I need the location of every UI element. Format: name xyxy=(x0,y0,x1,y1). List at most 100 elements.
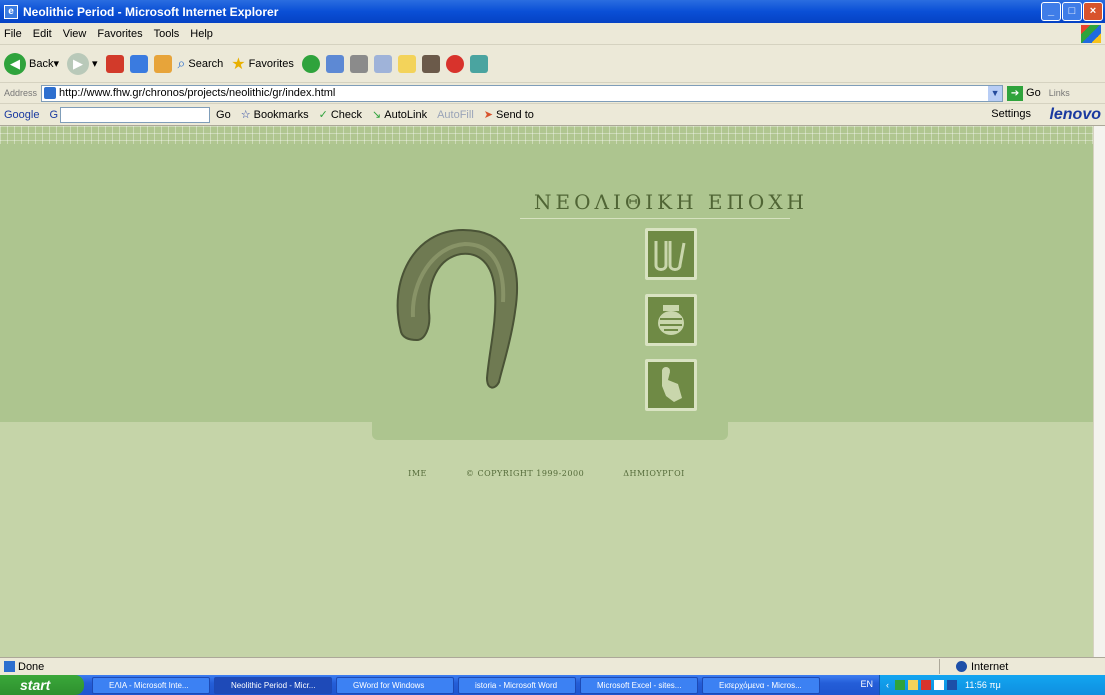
start-button[interactable]: start xyxy=(0,675,84,695)
status-bar: Done Internet xyxy=(0,657,1105,675)
address-url: http://www.fhw.gr/chronos/projects/neoli… xyxy=(59,87,336,99)
users-icon[interactable] xyxy=(469,54,488,73)
tray-icon-5[interactable] xyxy=(947,680,957,690)
links-label[interactable]: Links xyxy=(1049,88,1070,98)
task-button-excel[interactable]: Microsoft Excel - sites... xyxy=(580,676,698,694)
google-search-input[interactable] xyxy=(60,106,211,123)
refresh-icon[interactable] xyxy=(129,54,148,73)
sendto-label: Send to xyxy=(495,108,534,121)
address-input[interactable]: http://www.fhw.gr/chronos/projects/neoli… xyxy=(41,84,1004,102)
go-button[interactable]: ➔ Go xyxy=(1007,85,1041,101)
window-title: Neolithic Period - Microsoft Internet Ex… xyxy=(23,4,279,19)
tray-expand-icon[interactable]: ‹ xyxy=(886,680,889,690)
research-icon[interactable] xyxy=(421,54,440,73)
page-content: ΝΕΟΛΙΘΙΚΗ ΕΠΟΧΗ ΙΜΕ © COPYRIGHT 1999-200… xyxy=(0,126,1093,657)
menu-edit[interactable]: Edit xyxy=(33,28,52,40)
print-icon[interactable] xyxy=(349,54,368,73)
spellcheck-icon: ✓ xyxy=(318,109,328,121)
search-label: Search xyxy=(188,57,224,70)
address-dropdown-icon[interactable]: ▼ xyxy=(988,85,1003,101)
nav-pottery-button[interactable] xyxy=(645,294,697,346)
tools-icon xyxy=(654,241,686,271)
windows-logo-icon xyxy=(1081,25,1101,43)
system-tray: ‹ 11:56 πμ xyxy=(879,675,1105,695)
tray-icon-4[interactable] xyxy=(934,680,944,690)
menu-bar: File Edit View Favorites Tools Help xyxy=(0,23,1105,45)
task-button-inbox[interactable]: Εισερχόμενα - Micros... xyxy=(702,676,820,694)
menu-file[interactable]: File xyxy=(4,28,22,40)
autolink-button[interactable]: ↘ AutoLink xyxy=(372,108,427,122)
forward-arrow-icon: ▶ xyxy=(67,52,89,75)
autolink-icon: ↘ xyxy=(372,109,382,121)
nav-tools-button[interactable] xyxy=(645,228,697,280)
ie-icon: e xyxy=(4,4,18,19)
nav-figurine-button[interactable] xyxy=(645,359,697,411)
zone-label: Internet xyxy=(971,660,1009,673)
favorites-label: Favorites xyxy=(248,57,294,70)
clock[interactable]: 11:56 πμ xyxy=(965,680,1001,690)
settings-button[interactable]: Settings xyxy=(991,108,1031,120)
title-underline xyxy=(520,218,790,219)
standard-toolbar: ◀ Back ▾ ▶ ▾ ⌕ Search ★ Favorites xyxy=(0,45,1105,83)
menu-view[interactable]: View xyxy=(63,28,87,40)
maximize-button[interactable]: □ xyxy=(1062,2,1082,21)
history-icon[interactable] xyxy=(301,54,320,73)
page-footer: ΙΜΕ © COPYRIGHT 1999-2000 ΔΗΜΙΟΥΡΓΟΙ xyxy=(0,469,1093,478)
favorites-button[interactable]: ★ Favorites xyxy=(231,54,294,74)
google-toolbar: Google G Go ☆ Bookmarks ✓ Check ↘ AutoLink … xyxy=(0,104,1105,126)
lenovo-logo: lenovo xyxy=(1049,106,1101,123)
footer-credits-link[interactable]: ΔΗΜΙΟΥΡΓΟΙ xyxy=(623,469,685,478)
search-icon: ⌕ xyxy=(177,55,186,71)
language-indicator[interactable]: EN xyxy=(860,679,873,689)
stop-icon[interactable] xyxy=(105,54,124,73)
vertical-scrollbar[interactable] xyxy=(1093,126,1105,657)
bookmarks-label: Bookmarks xyxy=(253,108,309,121)
status-text: Done xyxy=(18,660,45,673)
bookmark-star-icon: ☆ xyxy=(240,109,251,121)
sendto-icon: ➤ xyxy=(483,109,493,121)
footer-ime-link[interactable]: ΙΜΕ xyxy=(408,469,427,478)
figurine-icon xyxy=(662,367,682,402)
task-button-neolithic[interactable]: Neolithic Period - Micr... xyxy=(214,676,332,694)
bookmarks-button[interactable]: ☆ Bookmarks xyxy=(240,108,309,122)
status-page-icon xyxy=(4,661,15,672)
footer-copyright-link[interactable]: © COPYRIGHT 1999-2000 xyxy=(466,469,584,478)
back-label: Back xyxy=(29,57,54,70)
go-arrow-icon: ➔ xyxy=(1007,85,1024,101)
back-arrow-icon: ◀ xyxy=(4,52,26,75)
mail-icon[interactable] xyxy=(325,54,344,73)
minimize-button[interactable]: _ xyxy=(1041,2,1061,21)
edit-icon[interactable] xyxy=(373,54,392,73)
back-button[interactable]: ◀ Back ▾ xyxy=(4,52,59,75)
stone-hook-image xyxy=(396,228,519,389)
task-button-elia[interactable]: ΕΛΙΑ - Microsoft Inte... xyxy=(92,676,210,694)
address-label: Address xyxy=(4,88,38,98)
menu-help[interactable]: Help xyxy=(190,28,213,40)
forward-button[interactable]: ▶ ▾ xyxy=(67,52,98,75)
tray-icon-3[interactable] xyxy=(921,680,931,690)
task-button-istoria[interactable]: istoria - Microsoft Word xyxy=(458,676,576,694)
page-title: ΝΕΟΛΙΘΙΚΗ ΕΠΟΧΗ xyxy=(534,190,808,214)
autofill-button[interactable]: AutoFill xyxy=(437,109,474,121)
google-logo[interactable]: Google xyxy=(4,109,39,121)
home-icon[interactable] xyxy=(153,54,172,73)
window-titlebar: e Neolithic Period - Microsoft Internet … xyxy=(0,0,1105,23)
tray-icon-2[interactable] xyxy=(908,680,918,690)
sendto-button[interactable]: ➤ Send to xyxy=(483,108,534,122)
folder-icon[interactable] xyxy=(397,54,416,73)
google-go-button[interactable]: Go xyxy=(216,109,231,121)
task-button-gword[interactable]: GWord for Windows xyxy=(336,676,454,694)
check-button[interactable]: ✓ Check xyxy=(318,108,363,122)
search-button[interactable]: ⌕ Search xyxy=(178,55,224,72)
pottery-icon xyxy=(658,305,684,335)
google-g-menu[interactable]: G xyxy=(49,109,58,121)
messenger-icon[interactable] xyxy=(445,54,464,73)
tray-icon-1[interactable] xyxy=(895,680,905,690)
menu-favorites[interactable]: Favorites xyxy=(97,28,142,40)
check-label: Check xyxy=(330,108,363,121)
security-zone: Internet xyxy=(939,659,1101,674)
menu-tools[interactable]: Tools xyxy=(154,28,180,40)
close-button[interactable]: × xyxy=(1083,2,1103,21)
page-icon xyxy=(44,87,57,99)
internet-globe-icon xyxy=(956,661,967,672)
